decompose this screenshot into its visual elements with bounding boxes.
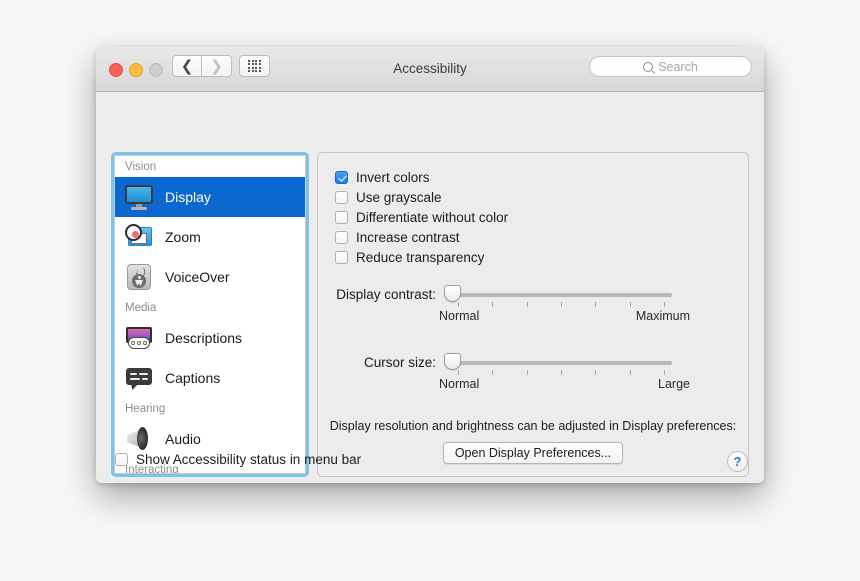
option-label: Show Accessibility status in menu bar [136,452,362,467]
sidebar-group-hearing: Hearing [125,403,166,415]
sidebar-item-display[interactable]: Display [115,177,305,217]
option-label: Differentiate without color [356,209,509,225]
checkbox-invert-colors[interactable] [335,170,348,184]
window-titlebar: ❮ ❯ Accessibility Search [96,47,764,92]
slider-max-label: Maximum [635,309,690,323]
slider-track[interactable] [444,361,672,365]
display-preferences-note: Display resolution and brightness can be… [329,419,737,433]
audio-speaker-icon [124,424,154,454]
sidebar-item-label: Descriptions [165,330,243,346]
option-label: Increase contrast [356,229,460,245]
option-show-accessibility-status[interactable]: Show Accessibility status in menu bar [115,452,361,467]
sidebar-focus-ring: Vision Display Zoom ♩) VoiceOver Media D… [111,152,309,477]
slider-min-label: Normal [439,377,480,391]
option-label: Reduce transparency [356,249,485,265]
search-icon [643,61,654,72]
display-settings-panel: Invert colors Use grayscale Differentiat… [317,152,749,477]
sidebar-item-label: Captions [165,370,221,386]
slider-thumb[interactable] [444,285,461,302]
option-differentiate-without-color[interactable]: Differentiate without color [335,207,748,227]
slider-ticks [444,370,672,376]
option-use-grayscale[interactable]: Use grayscale [335,187,748,207]
option-invert-colors[interactable]: Invert colors [335,167,748,187]
accessibility-features-list[interactable]: Vision Display Zoom ♩) VoiceOver Media D… [114,155,306,474]
option-label: Use grayscale [356,189,442,205]
descriptions-icon [124,323,154,353]
slider-thumb[interactable] [444,353,461,370]
display-options-group: Invert colors Use grayscale Differentiat… [318,153,748,267]
sidebar-item-label: Audio [165,431,201,447]
open-display-preferences-button[interactable]: Open Display Preferences... [442,442,624,464]
voiceover-icon: ♩) [124,262,154,292]
cursor-size-label: Cursor size: [363,355,436,370]
checkbox-differentiate-without-color[interactable] [335,210,348,224]
slider-min-label: Normal [439,309,480,323]
slider-max-label: Large [658,377,690,391]
search-placeholder: Search [658,59,698,74]
sidebar-item-label: Display [165,189,211,205]
accessibility-preferences-window: ❮ ❯ Accessibility Search Vision Display … [96,47,764,483]
option-reduce-transparency[interactable]: Reduce transparency [335,247,748,267]
zoom-magnifier-icon [124,222,154,252]
help-button[interactable]: ? [727,451,748,472]
option-increase-contrast[interactable]: Increase contrast [335,227,748,247]
sidebar-item-zoom[interactable]: Zoom [115,217,305,257]
cursor-size-slider-row: Cursor size: Normal Large [318,351,748,403]
checkbox-increase-contrast[interactable] [335,230,348,244]
sidebar-item-descriptions[interactable]: Descriptions [115,318,305,358]
option-label: Invert colors [356,169,430,185]
display-contrast-label: Display contrast: [336,287,436,302]
checkbox-show-accessibility-status[interactable] [115,453,128,466]
sidebar-group-media: Media [125,302,157,314]
display-monitor-icon [124,182,154,212]
checkbox-use-grayscale[interactable] [335,190,348,204]
slider-ticks [444,302,672,308]
checkbox-reduce-transparency[interactable] [335,250,348,264]
sidebar-item-label: Zoom [165,229,201,245]
display-contrast-slider-row: Display contrast: Normal Maximum [318,283,748,335]
sidebar-group-vision: Vision [125,161,157,173]
search-input[interactable]: Search [589,56,752,77]
sidebar-item-label: VoiceOver [165,269,230,285]
sidebar-item-captions[interactable]: Captions [115,358,305,398]
sidebar-item-voiceover[interactable]: ♩) VoiceOver [115,257,305,297]
window-body: Vision Display Zoom ♩) VoiceOver Media D… [96,92,764,483]
captions-icon [124,363,154,393]
slider-track[interactable] [444,293,672,297]
